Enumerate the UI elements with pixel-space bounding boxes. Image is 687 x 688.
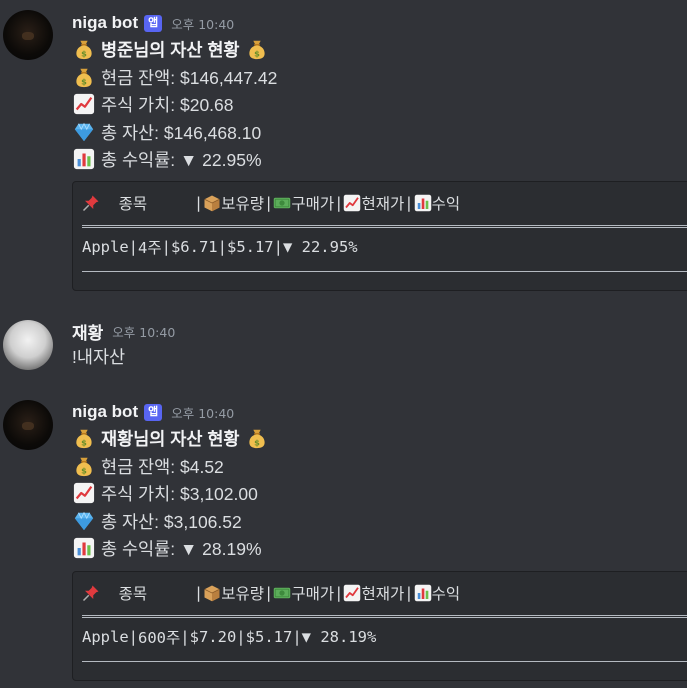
total-line: 총 자산: $146,468.10 xyxy=(72,118,261,146)
table-bottom-divider xyxy=(82,661,687,662)
col-name: 종목 xyxy=(118,585,148,603)
stock-line: 주식 가치: $3,102.00 xyxy=(72,479,258,507)
cash-line: 현금 잔액: $146,447.42 xyxy=(72,63,277,91)
pushpin-icon xyxy=(82,584,100,602)
cell-qty: 600주 xyxy=(138,629,181,647)
bar-chart-icon xyxy=(414,584,432,602)
table-divider xyxy=(82,225,687,228)
app-badge: 앱 xyxy=(144,14,163,32)
app-badge: 앱 xyxy=(144,403,163,421)
chart-increasing-icon xyxy=(72,481,96,505)
money-bag-icon xyxy=(72,37,96,61)
username[interactable]: niga bot xyxy=(72,402,138,422)
report-title: 재황님의 자산 현황 xyxy=(72,424,269,452)
return-text: 총 수익률: ▼ 22.95% xyxy=(101,149,262,170)
message-user: 재황 오후 10:40 !내자산 xyxy=(0,312,687,382)
table-row: Apple | 4주 | $ 6.71 | $ 5.17 | ▼ 22.95% xyxy=(82,238,358,257)
col-ret: 수익 xyxy=(431,585,461,603)
report-title-text: 재황님의 자산 현황 xyxy=(101,428,240,449)
col-buy: 구매가 xyxy=(291,585,335,603)
cell-ret: ▼ 28.19% xyxy=(301,628,377,646)
bar-chart-icon xyxy=(72,147,96,171)
package-icon xyxy=(203,194,221,212)
cell-qty: 4주 xyxy=(138,239,162,257)
cash-text: 현금 잔액: $4.52 xyxy=(101,456,224,477)
col-ret: 수익 xyxy=(431,195,461,213)
money-bag-icon xyxy=(72,65,96,89)
timestamp: 오후 10:40 xyxy=(171,16,235,32)
bar-chart-icon xyxy=(414,194,432,212)
money-bag-icon xyxy=(245,426,269,450)
bot-avatar[interactable] xyxy=(3,400,53,450)
report-title: 병준님의 자산 현황 xyxy=(72,35,269,63)
money-bag-icon xyxy=(72,454,96,478)
chart-increasing-icon xyxy=(72,92,96,116)
table-bottom-divider xyxy=(82,271,687,272)
bar-chart-icon xyxy=(72,536,96,560)
money-bag-icon xyxy=(245,37,269,61)
cash-text: 현금 잔액: $146,447.42 xyxy=(101,67,278,88)
return-text: 총 수익률: ▼ 28.19% xyxy=(101,538,262,559)
bot-avatar[interactable] xyxy=(3,10,53,60)
col-name: 종목 xyxy=(118,195,148,213)
return-line: 총 수익률: ▼ 22.95% xyxy=(72,145,262,173)
package-icon xyxy=(203,584,221,602)
money-bag-icon xyxy=(72,426,96,450)
return-line: 총 수익률: ▼ 28.19% xyxy=(72,534,262,562)
total-text: 총 자산: $3,106.52 xyxy=(101,511,242,532)
message-bot-2: niga bot 앱 오후 10:40 재황님의 자산 현황 현금 잔액: $4… xyxy=(0,390,687,688)
chart-increasing-icon xyxy=(343,584,361,602)
chat-log: niga bot 앱 오후 10:40 병준님의 자산 현황 현금 잔액: $1… xyxy=(0,0,687,688)
dollar-banknote-icon xyxy=(273,194,291,212)
chart-increasing-icon xyxy=(343,194,361,212)
stock-line: 주식 가치: $20.68 xyxy=(72,90,234,118)
cell-buy: 6.71 xyxy=(180,238,218,256)
table-row: Apple | 600주 | $ 7.20 | $ 5.17 | ▼ 28.19… xyxy=(82,628,377,647)
gem-icon xyxy=(72,509,96,533)
username[interactable]: 재황 xyxy=(72,319,103,344)
message-text: !내자산 xyxy=(72,346,126,367)
table-header-row: 종목 | 보유량 | 구매가 | 현재가 | 수익 xyxy=(82,192,460,214)
username[interactable]: niga bot xyxy=(72,13,138,33)
table-header-row: 종목 | 보유량 | 구매가 | 현재가 | 수익 xyxy=(82,582,460,604)
cell-buy: 7.20 xyxy=(198,628,237,646)
col-cur: 현재가 xyxy=(361,585,405,603)
report-title-text: 병준님의 자산 현황 xyxy=(101,39,240,60)
total-line: 총 자산: $3,106.52 xyxy=(72,507,242,535)
col-buy: 구매가 xyxy=(291,195,335,213)
cash-line: 현금 잔액: $4.52 xyxy=(72,452,224,480)
stock-text: 주식 가치: $3,102.00 xyxy=(101,483,258,504)
code-block-table[interactable]: 종목 | 보유량 | 구매가 | 현재가 | 수익 Apple | 600주 |… xyxy=(72,571,687,681)
total-text: 총 자산: $146,468.10 xyxy=(101,122,262,143)
pushpin-icon xyxy=(82,194,100,212)
col-cur: 현재가 xyxy=(361,195,405,213)
cell-cur: 5.17 xyxy=(254,628,293,646)
col-qty: 보유량 xyxy=(221,585,264,603)
message-bot-1: niga bot 앱 오후 10:40 병준님의 자산 현황 현금 잔액: $1… xyxy=(0,0,687,300)
user-avatar[interactable] xyxy=(3,320,53,370)
table-divider xyxy=(82,615,687,618)
cell-cur: 5.17 xyxy=(236,238,274,256)
stock-text: 주식 가치: $20.68 xyxy=(101,94,234,115)
timestamp: 오후 10:40 xyxy=(112,324,176,340)
code-block-table[interactable]: 종목 | 보유량 | 구매가 | 현재가 | 수익 Apple | 4주 | $… xyxy=(72,181,687,291)
col-qty: 보유량 xyxy=(221,195,264,213)
timestamp: 오후 10:40 xyxy=(171,405,235,421)
gem-icon xyxy=(72,120,96,144)
cell-name: Apple xyxy=(82,238,129,256)
cell-name: Apple xyxy=(82,628,129,646)
dollar-banknote-icon xyxy=(273,584,291,602)
cell-ret: ▼ 22.95% xyxy=(282,238,358,256)
